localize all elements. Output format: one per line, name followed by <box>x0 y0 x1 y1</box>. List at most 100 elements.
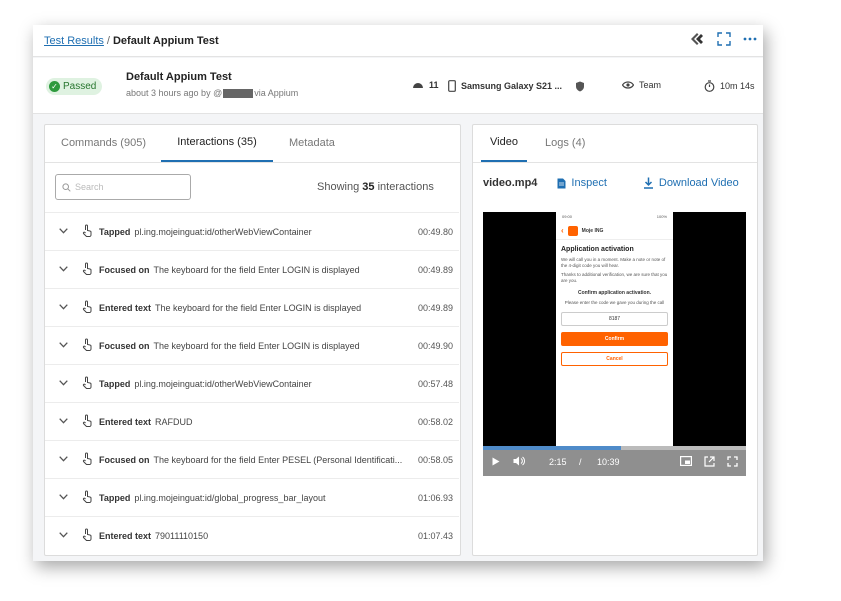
picture-in-picture-icon[interactable] <box>680 456 693 468</box>
video-player[interactable]: 09:00 100% ‹ Moje ING Application activat… <box>483 212 746 476</box>
chevron-down-icon[interactable] <box>59 264 68 274</box>
phone-app-bar: ‹ Moje ING <box>556 222 673 240</box>
breadcrumb-separator: / <box>106 34 110 47</box>
interaction-time: 00:57.48 <box>417 378 453 389</box>
current-time: 2:15 <box>549 457 567 467</box>
session-subtitle: about 3 hours ago by @ via Appium <box>126 88 298 98</box>
tab-interactions[interactable]: Interactions (35) <box>161 125 273 162</box>
interaction-row[interactable]: Entered text 79011110150 01:07.43 <box>45 516 459 554</box>
status-label: Passed <box>63 81 97 92</box>
interaction-time: 00:49.89 <box>417 302 453 313</box>
download-icon <box>643 177 653 189</box>
inspect-link[interactable]: Inspect <box>557 177 607 189</box>
interaction-time: 00:49.80 <box>417 226 453 237</box>
video-progress-bar[interactable] <box>483 446 746 450</box>
video-filename: video.mp4 <box>483 177 538 189</box>
back-chevron-icon: ‹ <box>561 226 564 235</box>
tab-video[interactable]: Video <box>481 125 527 162</box>
interaction-row[interactable]: Focused on The keyboard for the field Ent… <box>45 250 459 288</box>
phone-icon <box>448 80 456 92</box>
tab-metadata[interactable]: Metadata <box>289 125 335 162</box>
interaction-detail: pl.ing.mojeinguat:id/otherWebViewContain… <box>134 226 312 237</box>
interaction-time: 00:49.89 <box>417 264 453 275</box>
fullscreen-icon[interactable] <box>717 32 731 46</box>
app-window: Test Results / Default Appium Test ✓ Pas… <box>33 25 763 561</box>
chevron-down-icon[interactable] <box>59 416 68 426</box>
breadcrumb-current: Default Appium Test <box>112 34 219 47</box>
chevron-down-icon[interactable] <box>59 454 68 464</box>
os-version: 11 <box>412 80 439 90</box>
ing-logo-icon <box>567 225 578 236</box>
interaction-action: Tapped pl.ing.mojeinguat:id/otherWebViewC… <box>99 378 312 389</box>
tab-commands[interactable]: Commands (905) <box>61 125 161 162</box>
popout-icon[interactable] <box>704 456 715 469</box>
video-header: video.mp4 Inspect Download Video <box>483 177 739 189</box>
interaction-detail: RAFDUD <box>155 416 193 427</box>
chevron-down-icon[interactable] <box>59 378 68 388</box>
check-icon: ✓ <box>49 81 60 92</box>
left-tabs: Commands (905) Interactions (35) Metadat… <box>45 125 460 163</box>
interaction-detail: pl.ing.mojeinguat:id/otherWebViewContain… <box>134 378 312 389</box>
phone-cancel-button: Cancel <box>561 352 668 366</box>
android-icon <box>413 83 423 88</box>
breadcrumb-test-results-link[interactable]: Test Results <box>44 35 104 47</box>
interaction-action: Focused on The keyboard for the field Ent… <box>99 454 403 465</box>
download-video-button[interactable]: Download Video <box>643 177 739 189</box>
chevron-down-icon[interactable] <box>59 530 68 540</box>
phone-heading: Application activation <box>561 246 634 253</box>
time-separator: / <box>579 457 582 467</box>
more-options-icon[interactable] <box>743 32 757 46</box>
interaction-row[interactable]: Entered text RAFDUD 00:58.02 <box>45 402 459 440</box>
duration-info: 10m 14s <box>704 80 755 92</box>
redacted-username <box>223 88 254 98</box>
interaction-row[interactable]: Tapped pl.ing.mojeinguat:id/otherWebViewC… <box>45 364 459 402</box>
tap-gesture-icon <box>82 338 92 353</box>
phone-prompt: Please enter the code we gave you during… <box>564 300 665 305</box>
device-info: Samsung Galaxy S21 ... <box>448 80 585 92</box>
volume-icon[interactable] <box>513 456 525 468</box>
interaction-row[interactable]: Entered text The keyboard for the field E… <box>45 288 459 326</box>
interaction-time: 00:58.02 <box>417 416 453 427</box>
interaction-action: Tapped pl.ing.mojeinguat:id/otherWebViewC… <box>99 226 312 237</box>
session-title: Default Appium Test <box>126 71 232 83</box>
showing-count: Showing 35 interactions <box>317 181 434 193</box>
player-controls: 2:15 / 10:39 <box>483 446 746 476</box>
interactions-panel: Commands (905) Interactions (35) Metadat… <box>44 124 461 556</box>
document-icon <box>557 178 566 188</box>
chevron-down-icon[interactable] <box>59 492 68 502</box>
interaction-detail: The keyboard for the field Enter LOGIN i… <box>153 264 360 275</box>
media-panel: Video Logs (4) video.mp4 Inspect Downloa… <box>472 124 758 556</box>
phone-text-2: Thanks to additional verification, we ar… <box>561 272 668 283</box>
interaction-row[interactable]: Focused on The keyboard for the field Ent… <box>45 326 459 364</box>
interaction-detail: The keyboard for the field Enter LOGIN i… <box>153 340 360 351</box>
tap-gesture-icon <box>82 490 92 505</box>
play-icon[interactable] <box>492 457 500 468</box>
interaction-action: Entered text The keyboard for the field E… <box>99 302 362 313</box>
chevron-down-icon[interactable] <box>59 302 68 312</box>
tab-logs[interactable]: Logs (4) <box>545 125 585 162</box>
phone-status-bar: 09:00 100% <box>562 214 667 219</box>
total-time: 10:39 <box>597 457 620 467</box>
phone-text-1: We will call you in a moment. Make a not… <box>561 257 666 268</box>
phone-code-field: 8187 <box>561 312 668 326</box>
interaction-time: 00:58.05 <box>417 454 453 465</box>
jira-icon[interactable] <box>689 31 705 47</box>
right-tabs: Video Logs (4) <box>473 125 757 163</box>
subtitle-prefix: about 3 hours ago by @ <box>126 88 223 98</box>
interaction-row[interactable]: Tapped pl.ing.mojeinguat:id/global_progre… <box>45 478 459 516</box>
interaction-detail: The keyboard for the field Enter LOGIN i… <box>155 302 362 313</box>
search-input[interactable]: Search <box>55 174 191 200</box>
video-fullscreen-icon[interactable] <box>727 456 738 469</box>
interaction-time: 01:06.93 <box>417 492 453 503</box>
visibility-info: Team <box>622 80 661 90</box>
chevron-down-icon[interactable] <box>59 340 68 350</box>
interaction-row[interactable]: Focused on The keyboard for the field Ent… <box>45 440 459 478</box>
interaction-row[interactable]: Tapped pl.ing.mojeinguat:id/otherWebViewC… <box>45 212 459 250</box>
phone-screen: 09:00 100% ‹ Moje ING Application activat… <box>556 212 673 446</box>
tap-gesture-icon <box>82 414 92 429</box>
interaction-action: Entered text 79011110150 <box>99 530 209 541</box>
interaction-action: Focused on The keyboard for the field Ent… <box>99 264 360 275</box>
chevron-down-icon[interactable] <box>59 226 68 236</box>
phone-confirm-heading: Confirm application activation. <box>577 290 652 296</box>
shield-icon <box>576 81 585 91</box>
